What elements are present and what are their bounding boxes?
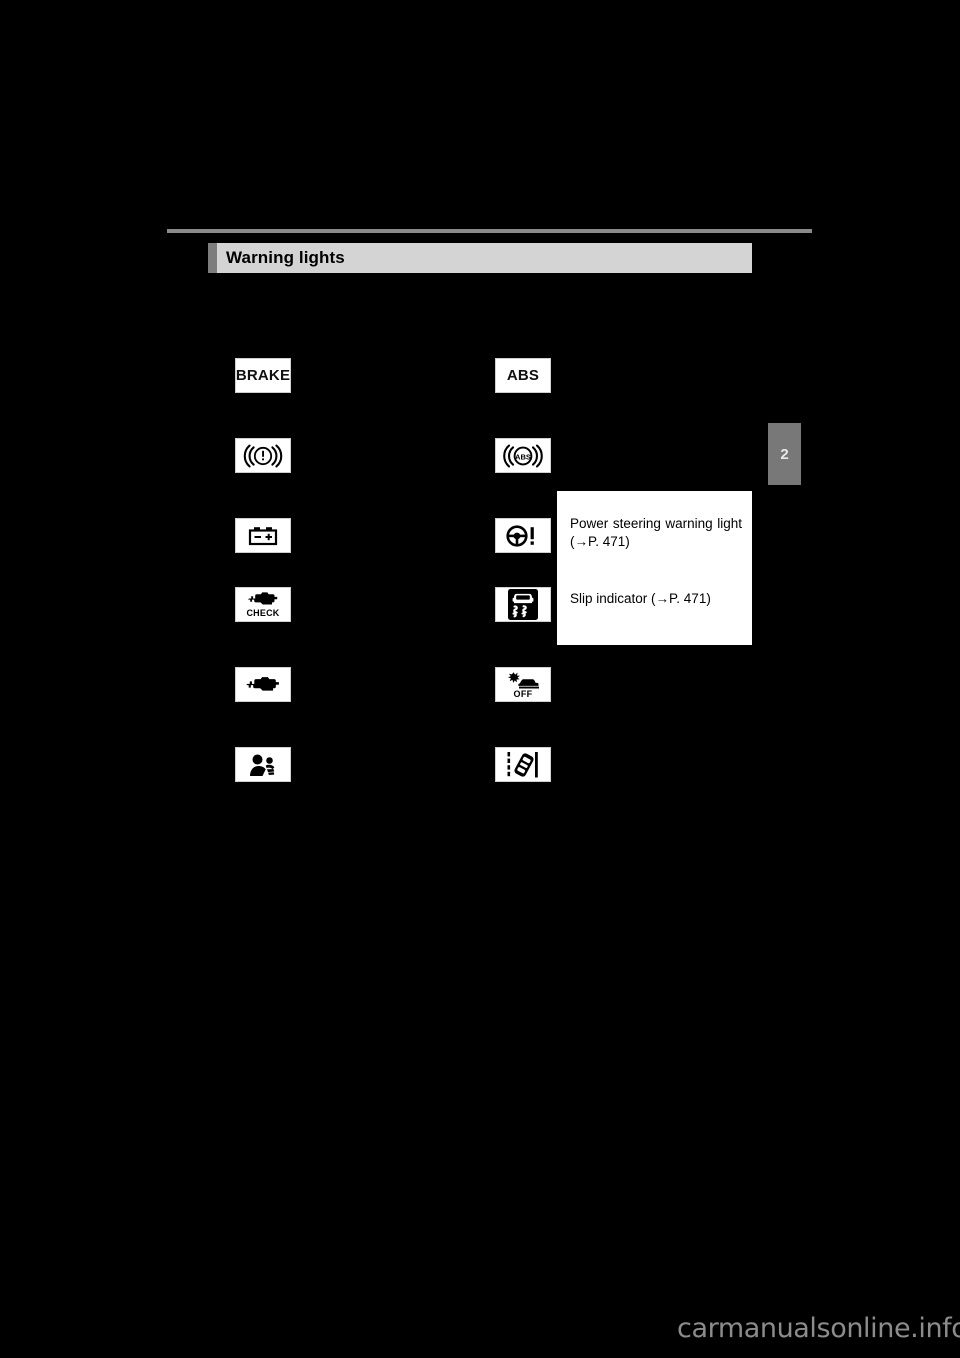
abs-text-label: ABS: [506, 367, 540, 384]
pre-collision-off-label: OFF: [513, 688, 533, 699]
callout-box: Power steering warning light (→P. 471) S…: [557, 491, 752, 645]
callout-entry-power-steering: Power steering warning light (→P. 471): [570, 515, 742, 551]
srs-airbag-warning-icon: [235, 747, 291, 782]
malfunction-indicator-icon: [235, 667, 291, 702]
section-header: Warning lights: [208, 243, 752, 273]
header-rule: [167, 229, 812, 233]
svg-text:ABS: ABS: [515, 452, 531, 461]
brake-system-text-icon: BRAKE: [235, 358, 291, 393]
callout-entry-slip-indicator-text: Slip indicator (→P. 471): [570, 591, 711, 606]
lane-departure-alert-icon: [495, 747, 551, 782]
engine-glyph-icon: [248, 592, 278, 605]
charging-system-warning-icon: [235, 518, 291, 553]
chapter-tab: 2: [768, 423, 801, 485]
pre-collision-off-icon: OFF: [495, 667, 551, 702]
abs-text-icon: ABS: [495, 358, 551, 393]
brake-system-warning-icon: [235, 438, 291, 473]
page-title: Warning lights: [226, 248, 345, 267]
power-steering-warning-icon: [495, 518, 551, 553]
section-header-accent: [208, 243, 217, 273]
slip-indicator-icon: [495, 587, 551, 622]
check-engine-label: CHECK: [246, 608, 280, 618]
site-watermark: carmanualsonline.info: [677, 1313, 960, 1344]
brake-text-label: BRAKE: [235, 367, 291, 384]
manual-page: Warning lights 2 BRAKE CHECK ABS ABS OFF…: [0, 0, 960, 1358]
abs-warning-icon: ABS: [495, 438, 551, 473]
collision-burst-icon: [508, 671, 539, 688]
callout-entry-slip-indicator: Slip indicator (→P. 471): [570, 590, 742, 608]
check-engine-icon: CHECK: [235, 587, 291, 622]
callout-entry-power-steering-text: Power steering warning light (→P. 471): [570, 516, 742, 549]
